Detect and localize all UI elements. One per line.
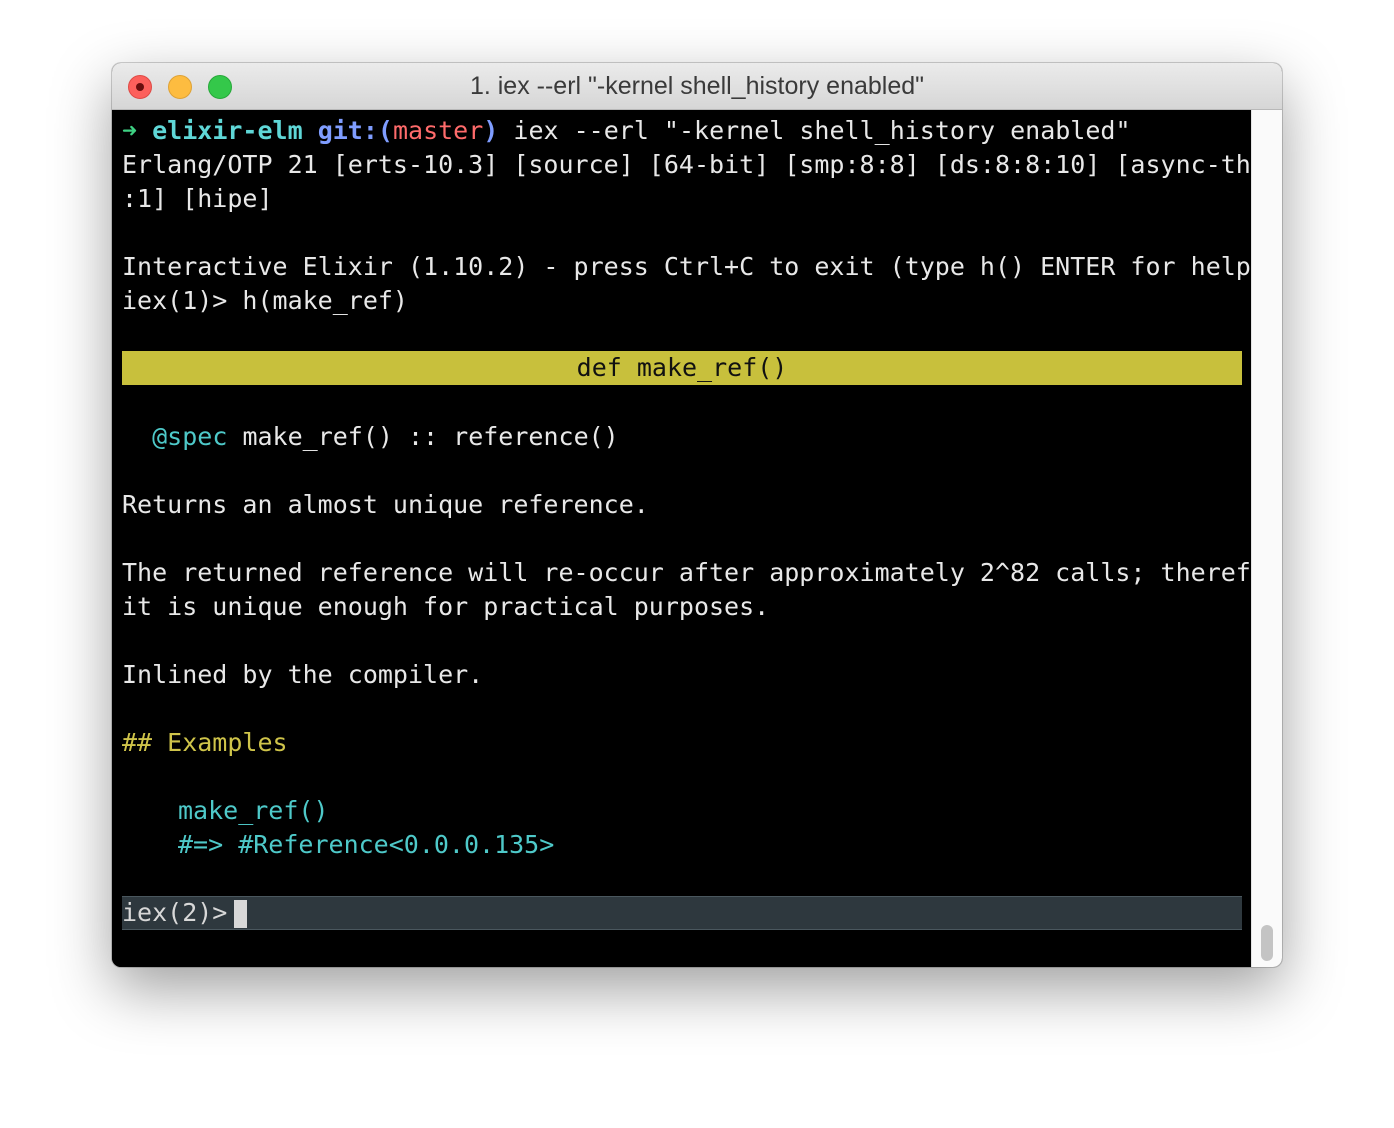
iex-banner: Interactive Elixir (1.10.2) - press Ctrl… <box>122 252 1266 281</box>
examples-heading: ## Examples <box>122 728 288 757</box>
title-bar[interactable]: 1. iex --erl "-kernel shell_history enab… <box>112 63 1282 110</box>
erlang-banner-line-1: Erlang/OTP 21 [erts-10.3] [source] [64-b… <box>122 150 1282 179</box>
window-title: 1. iex --erl "-kernel shell_history enab… <box>469 72 925 100</box>
iex-input-line: iex(1)> h(make_ref) <box>122 286 408 315</box>
doc-spec-line: @spec make_ref() :: reference() <box>122 420 619 454</box>
erlang-banner-line-2: :1] [hipe] <box>122 184 273 213</box>
git-label-close: ) <box>483 116 499 145</box>
spec-keyword: @spec <box>152 422 228 451</box>
shell-prompt-line: ➜ elixir-elm git:(master) iex --erl "-ke… <box>122 114 1131 148</box>
prompt-directory: elixir-elm <box>152 116 303 145</box>
example-result: #=> #Reference<0.0.0.135> <box>178 830 555 859</box>
current-prompt: iex(2)> <box>122 898 228 927</box>
doc-header: def make_ref() <box>122 351 1242 385</box>
doc-note: Inlined by the compiler. <box>122 660 484 689</box>
doc-description-line-1: The returned reference will re-occur aft… <box>122 558 1282 587</box>
text-cursor <box>234 900 247 928</box>
current-prompt-bar[interactable]: iex(2)> <box>122 896 1242 930</box>
doc-description-line-2: it is unique enough for practical purpos… <box>122 592 770 621</box>
git-label: git:( <box>317 116 393 145</box>
shell-command: iex --erl "-kernel shell_history enabled… <box>513 116 1131 145</box>
scrollbar-track[interactable] <box>1251 110 1282 967</box>
spec-signature: make_ref() :: reference() <box>242 422 619 451</box>
prompt-arrow-icon: ➜ <box>122 116 138 145</box>
scrollbar-thumb[interactable] <box>1261 925 1273 961</box>
terminal-content[interactable]: ➜ elixir-elm git:(master) iex --erl "-ke… <box>112 110 1282 967</box>
git-branch: master <box>392 116 484 145</box>
example-code: make_ref() <box>178 796 329 825</box>
doc-summary: Returns an almost unique reference. <box>122 490 649 519</box>
terminal-window: 1. iex --erl "-kernel shell_history enab… <box>112 63 1282 967</box>
